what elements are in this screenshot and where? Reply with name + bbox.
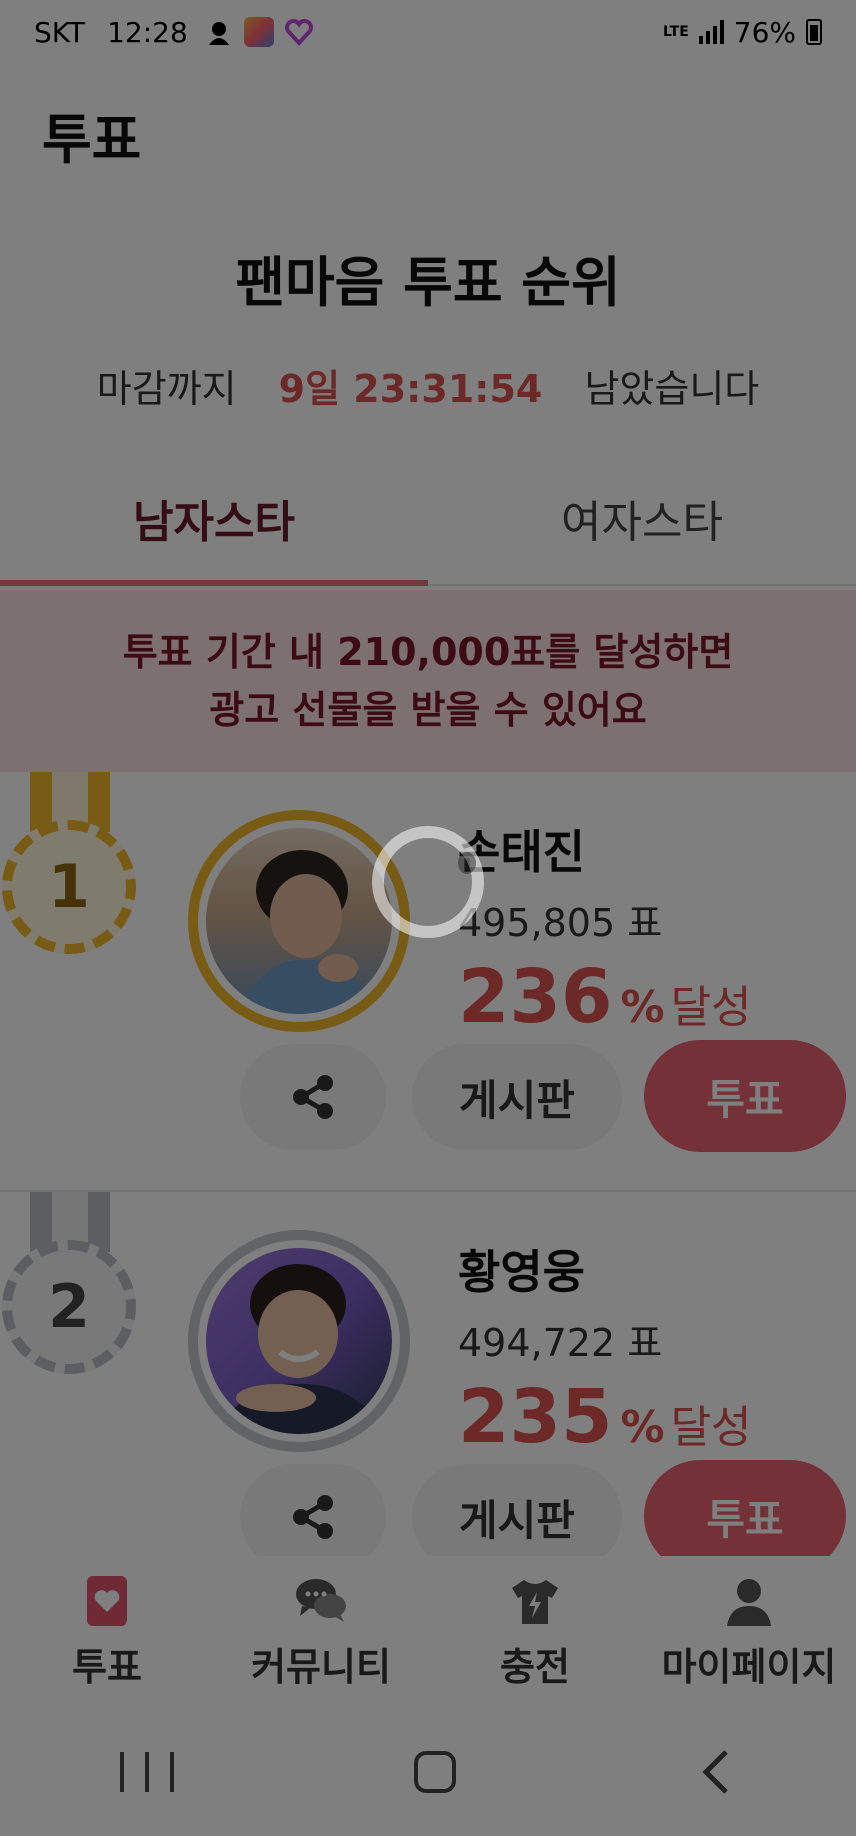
recent-apps-button[interactable] [120, 1752, 174, 1792]
nav-label: 마이페이지 [661, 1644, 837, 1689]
bottom-nav: 투표 커뮤니티 충전 마이페이지 [0, 1556, 856, 1708]
app-notification-icon [208, 22, 229, 45]
achievement-rate: 235 % 달성 [458, 1374, 752, 1460]
status-bar: SKT 12:28 LTE 76% [0, 0, 856, 64]
avatar[interactable] [206, 828, 392, 1014]
rank-number: 2 [48, 1272, 90, 1342]
banner-line-2: 광고 선물을 받을 수 있어요 [209, 688, 647, 732]
signal-icon [698, 20, 724, 44]
gender-tabs: 남자스타 여자스타 [0, 480, 856, 586]
nav-charge[interactable]: 충전 [428, 1556, 642, 1708]
heart-card-icon [87, 1575, 127, 1626]
vote-button[interactable]: 투표 [644, 1040, 846, 1152]
avatar-ring [188, 1230, 410, 1452]
vote-count: 495,805 표 [458, 901, 663, 945]
nav-vote[interactable]: 투표 [0, 1556, 214, 1708]
star-name: 황영웅 [458, 1245, 585, 1299]
nav-mypage[interactable]: 마이페이지 [642, 1556, 856, 1708]
system-status: LTE 76% [663, 16, 822, 49]
silver-medal-icon: 2 [0, 1192, 150, 1382]
achievement-label: 달성 [670, 1402, 752, 1453]
tab-male-stars[interactable]: 남자스타 [0, 480, 428, 586]
board-button[interactable]: 게시판 [412, 1464, 622, 1570]
rank-card-2: 2 황영웅 494,722 표 235 % 달성 게시판 투표 [0, 1192, 856, 1612]
nav-label: 커뮤니티 [251, 1644, 391, 1689]
avatar-silhouette [236, 850, 376, 1014]
avatar-silhouette [216, 1264, 386, 1434]
system-nav-bar [0, 1708, 856, 1836]
share-button[interactable] [240, 1044, 386, 1150]
gold-medal-icon: 1 [0, 772, 150, 962]
notification-icons [204, 17, 314, 47]
deadline-text: 마감까지 9일 23:31:54 남았습니다 [0, 358, 856, 413]
share-icon [293, 1495, 333, 1539]
share-icon [293, 1075, 333, 1119]
rank-number: 1 [48, 852, 90, 922]
clock: 12:28 [107, 15, 188, 49]
heart-app-icon [284, 19, 313, 46]
charge-shirt-icon [512, 1579, 558, 1624]
battery-percent: 76% [733, 15, 796, 49]
achievement-percent: 236 [458, 954, 613, 1040]
achievement-rate: 236 % 달성 [458, 954, 752, 1040]
chat-bubbles-icon [296, 1578, 346, 1622]
lte-icon: LTE [663, 24, 689, 40]
deadline-suffix: 남았습니다 [584, 367, 760, 411]
avatar[interactable] [206, 1248, 392, 1434]
person-icon [727, 1578, 771, 1626]
battery-icon [806, 19, 822, 45]
page-title: 투표 [42, 108, 142, 171]
board-button[interactable]: 게시판 [412, 1044, 622, 1150]
carrier-label: SKT [34, 15, 86, 49]
achievement-label: 달성 [670, 982, 752, 1033]
goal-banner: 투표 기간 내 210,000표를 달성하면 광고 선물을 받을 수 있어요 [0, 590, 856, 772]
countdown-timer: 9일 23:31:54 [278, 367, 543, 411]
achievement-percent: 235 [458, 1374, 613, 1460]
vote-count: 494,722 표 [458, 1321, 663, 1365]
share-button[interactable] [240, 1464, 386, 1570]
banner-line-1: 투표 기간 내 210,000표를 달성하면 [122, 630, 734, 674]
avatar-ring [188, 810, 410, 1032]
back-icon[interactable] [696, 1748, 736, 1796]
camera-app-icon [243, 17, 274, 47]
loading-spinner [372, 826, 484, 938]
nav-label: 투표 [72, 1644, 142, 1689]
percent-symbol: % [620, 1402, 665, 1453]
ranking-title: 팬마음 투표 순위 [235, 251, 621, 314]
nav-community[interactable]: 커뮤니티 [214, 1556, 428, 1708]
tab-female-stars[interactable]: 여자스타 [428, 480, 856, 584]
deadline-prefix: 마감까지 [96, 367, 237, 411]
nav-label: 충전 [500, 1644, 570, 1689]
home-button[interactable] [414, 1751, 456, 1793]
percent-symbol: % [620, 982, 665, 1033]
